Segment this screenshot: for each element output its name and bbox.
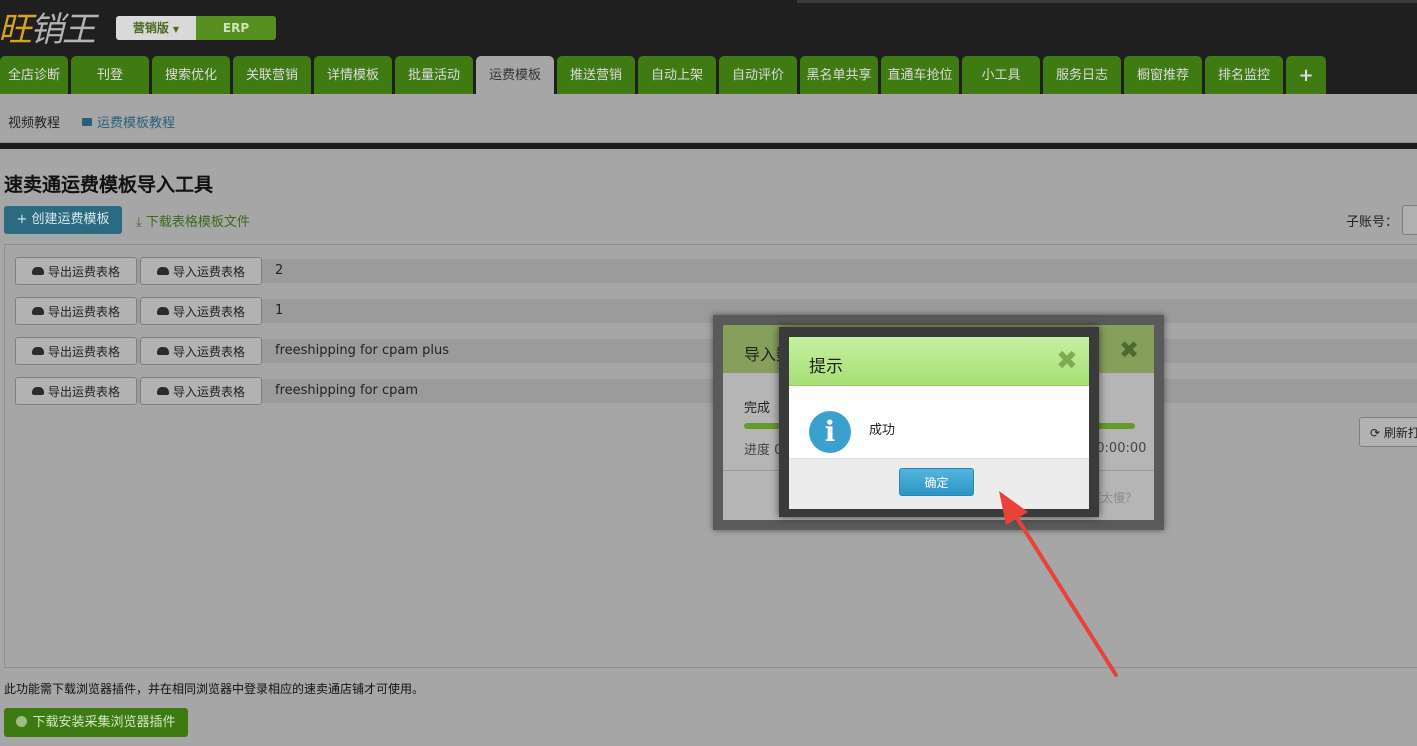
annotation-arrow xyxy=(999,491,1118,677)
arrow-head xyxy=(999,491,1028,525)
arrow-shaft xyxy=(1010,508,1118,677)
